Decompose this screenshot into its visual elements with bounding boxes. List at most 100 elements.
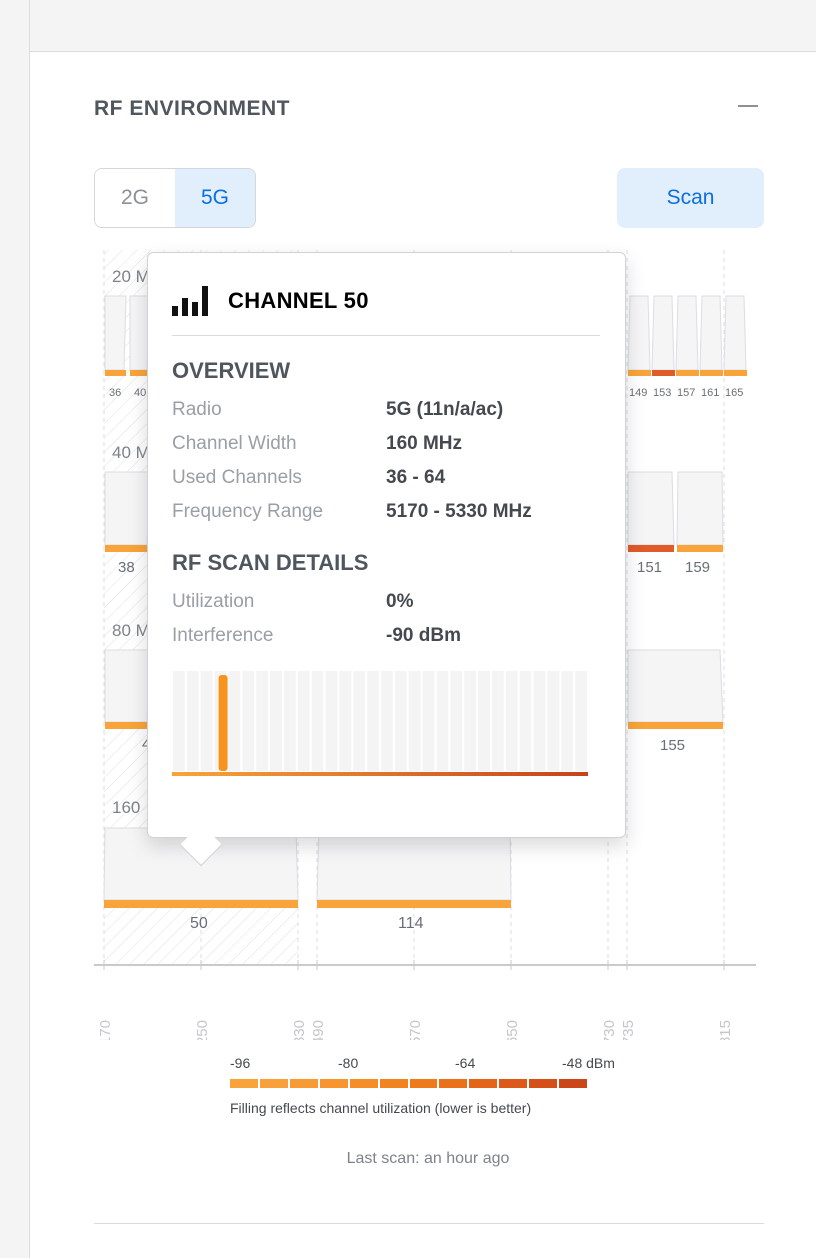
x-tick-label: 5490 [310,1020,327,1040]
band-2g-button[interactable]: 2G [95,169,175,227]
channel-159-bar [677,545,723,552]
mini-bar-bg [228,671,241,771]
legend-swatch [499,1079,528,1088]
legend-label: -64 [455,1055,476,1071]
mini-bar-bg [297,671,310,771]
channel-151-bar [628,545,674,552]
channel-157-shape [675,295,699,371]
mini-bar-bg [270,671,282,771]
band-5g-button[interactable]: 5G [175,169,255,227]
channel-157-bar [676,370,699,376]
mini-bar-bg [436,671,449,771]
ch-label-114: 114 [398,915,424,932]
x-tick-label: 5650 [504,1020,521,1040]
channel-161-bar [700,370,723,376]
x-tick-label: 5570 [407,1020,424,1040]
mini-bar-bg [450,671,463,771]
legend-swatch [469,1079,498,1088]
mini-bar-bg [394,671,407,771]
ch-label-151: 151 [637,559,662,576]
legend-label: -96 [230,1055,251,1071]
mini-bar-bg [242,671,255,771]
mini-bar-bg [533,671,546,771]
mini-bar-bg [311,671,324,771]
channel-42-shape [104,649,150,723]
ch-label-40: 40 [134,387,146,399]
mini-bar-bg [575,671,587,771]
top-bar [0,0,816,52]
scan-row-utilization: Utilization 0% [172,591,602,617]
legend-labels: -96 -80 -64 -48 dBm [230,1055,630,1075]
ch-label-155: 155 [660,737,685,754]
legend-note: Filling reflects channel utilization (lo… [230,1100,532,1116]
legend-swatch [259,1079,288,1088]
scan-value: -90 dBm [386,625,461,646]
legend-swatch [379,1079,408,1088]
mini-baseline [172,772,588,776]
bottom-divider [94,1223,764,1224]
legend: -96 -80 -64 -48 dBm Filling reflects cha… [230,1055,630,1116]
scan-key: Utilization [172,591,255,612]
signal-bars-icon [172,286,208,316]
channel-38-bar [105,545,149,552]
mini-bar-bg [283,671,296,771]
mini-bar-bg [505,671,518,771]
ch-label-165: 165 [725,387,743,399]
ch-label-159: 159 [685,559,710,576]
scan-button[interactable]: Scan [617,168,764,228]
left-edge [0,0,30,1258]
mini-bar-highlight [218,675,228,771]
overview-key: Used Channels [172,467,302,488]
mini-bar-bg [353,671,366,771]
tooltip-divider [172,335,600,336]
x-tick-label: 5730 [601,1020,618,1040]
ch-label-36: 36 [109,387,121,399]
channel-165-bar [724,370,747,376]
legend-swatch [439,1079,468,1088]
ch-label-149: 149 [629,387,647,399]
mini-bar-bg [200,671,213,771]
channel-149-shape [627,295,651,371]
mini-bar-bg [186,671,199,771]
x-tick-label: 5735 [620,1020,637,1040]
legend-color-scale [230,1079,588,1088]
overview-value: 5170 - 5330 MHz [386,501,532,522]
overview-key: Channel Width [172,433,297,454]
overview-key: Radio [172,399,222,420]
channel-50-bar [104,900,298,908]
ch-label-153: 153 [653,387,671,399]
channel-155-shape [627,649,724,723]
overview-value: 36 - 64 [386,467,446,488]
mini-bar-bg [256,671,269,771]
channel-153-shape [651,295,675,371]
mini-bar-bg [408,671,421,771]
channel-114-shape [316,827,512,901]
scan-key: Interference [172,625,274,646]
legend-swatch [559,1079,588,1088]
overview-value: 160 MHz [386,433,463,454]
last-scan-text: Last scan: an hour ago [346,1150,510,1167]
rf-scan-heading: RF SCAN DETAILS [172,550,369,575]
overview-row-radio: Radio 5G (11n/a/ac) [172,399,602,425]
mini-bar-bg [381,671,393,771]
mini-bar-bg [339,671,352,771]
mini-bar-bg [491,671,504,771]
legend-swatch [409,1079,438,1088]
overview-heading: OVERVIEW [172,358,291,383]
mini-bar-bg [547,671,560,771]
mini-bar-bg [367,671,379,771]
channel-36-shape [104,295,127,371]
mini-bar-bg [561,671,574,771]
mini-bar-bg [325,671,338,771]
legend-swatch [230,1079,258,1088]
overview-key: Frequency Range [172,501,324,522]
channel-tooltip: CHANNEL 50 OVERVIEW Radio 5G (11n/a/ac) … [147,252,626,838]
mini-spectrum-chart [172,671,588,776]
x-tick-label: 5815 [717,1020,734,1040]
channel-42-bar [105,722,149,729]
collapse-icon[interactable] [738,105,758,107]
row-label-160: 160 [112,798,140,817]
x-tick-label: 5250 [194,1020,211,1040]
channel-151-shape [627,471,675,546]
legend-swatch [349,1079,378,1088]
